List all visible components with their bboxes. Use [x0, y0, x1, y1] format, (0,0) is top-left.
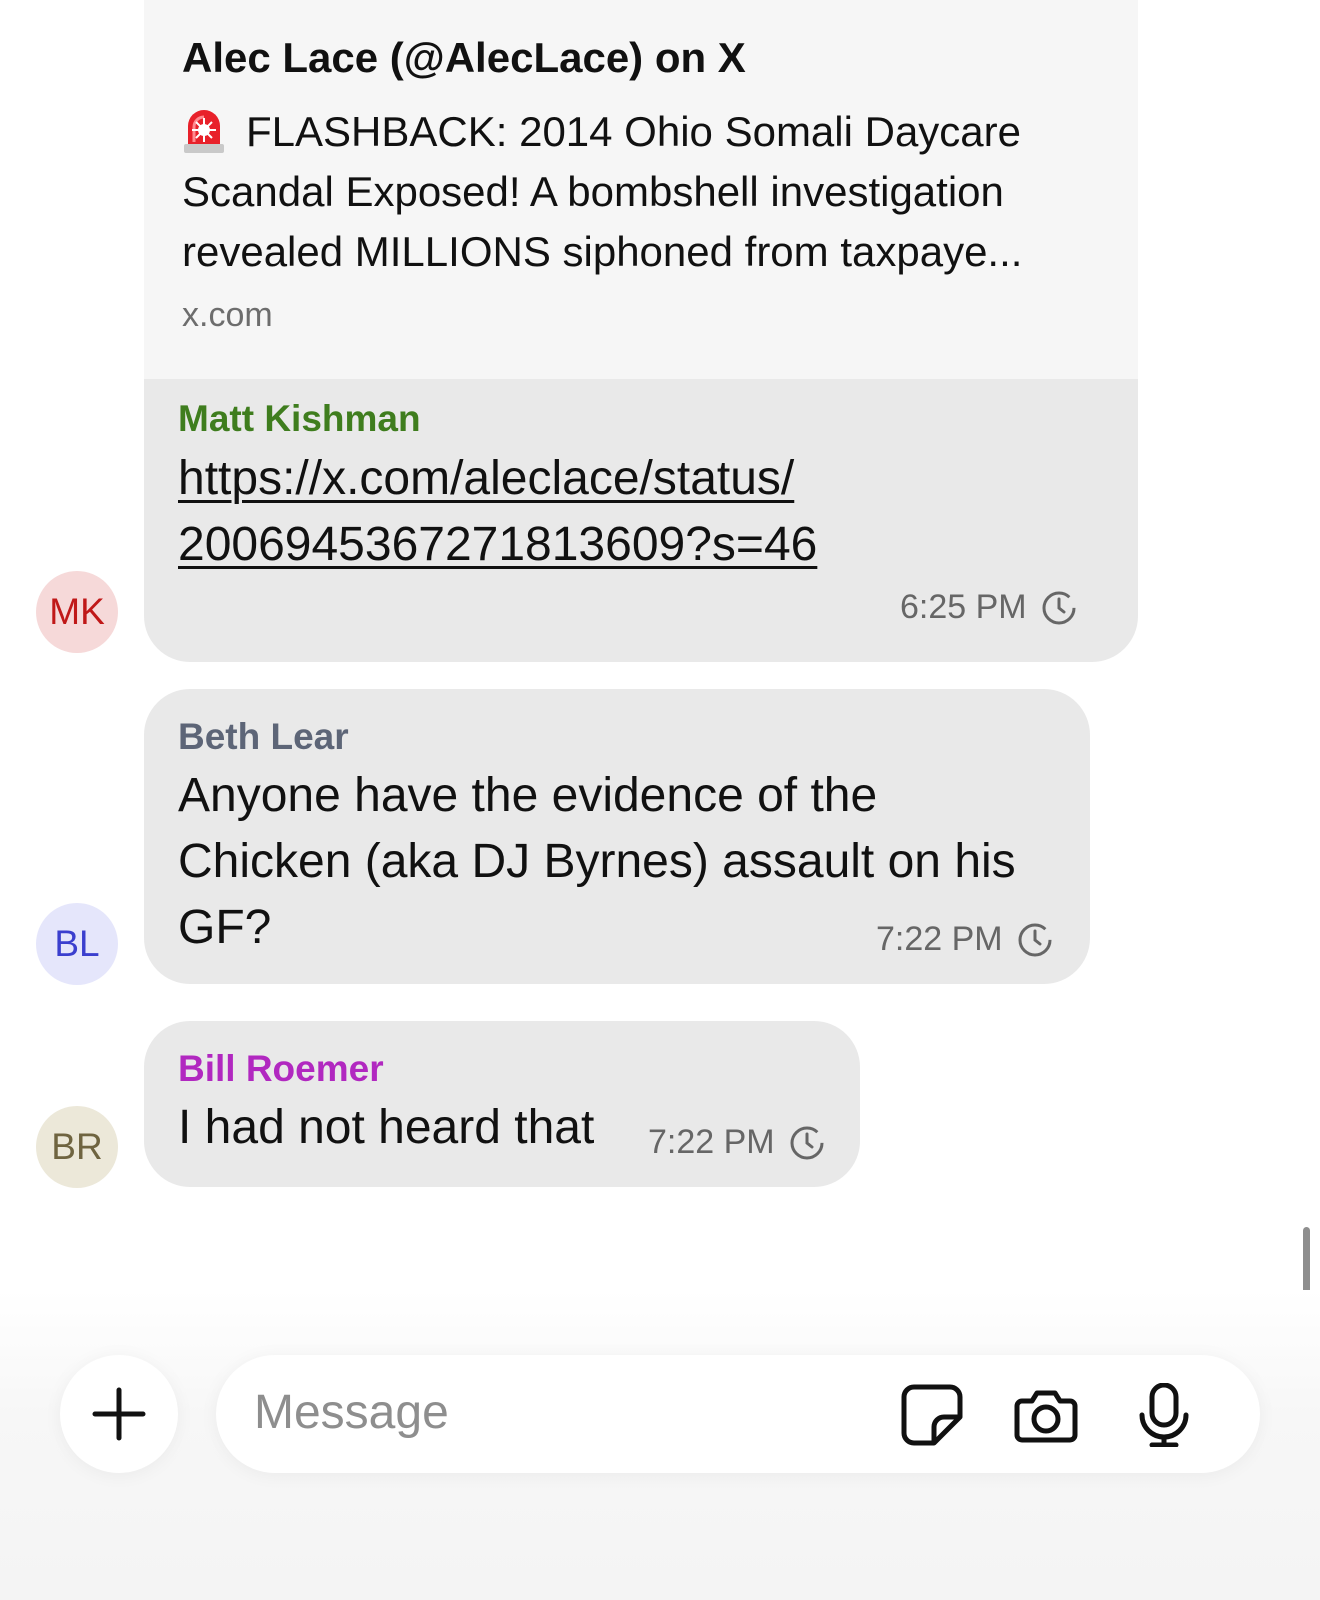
sender-name: Matt Kishman [178, 398, 421, 439]
link-preview-description: FLASHBACK: 2014 Ohio Somali Daycare Scan… [182, 108, 1023, 275]
avatar[interactable]: MK [36, 571, 118, 653]
link-preview-card[interactable]: Alec Lace (@AlecLace) on X FLASHBACK: 20… [144, 0, 1138, 379]
sender-name: Bill Roemer [178, 1048, 384, 1089]
clock-icon [790, 1126, 824, 1159]
message-timestamp: 6:25 PM [900, 588, 1077, 627]
message-timestamp: 7:22 PM [876, 920, 1053, 959]
message-text: I had not heard that [178, 1101, 595, 1154]
attach-button[interactable] [60, 1355, 178, 1473]
microphone-icon[interactable] [1132, 1383, 1196, 1447]
clock-icon [1018, 923, 1052, 956]
police-car-light-icon [184, 110, 224, 153]
avatar[interactable]: BR [36, 1106, 118, 1188]
sticker-icon[interactable] [900, 1383, 964, 1447]
avatar[interactable]: BL [36, 903, 118, 985]
camera-icon[interactable] [1014, 1383, 1078, 1447]
message-input[interactable]: Message [216, 1355, 1260, 1473]
link-preview-domain: x.com [182, 296, 273, 334]
message-placeholder: Message [254, 1386, 449, 1439]
link-preview-title: Alec Lace (@AlecLace) on X [182, 34, 746, 81]
message-timestamp: 7:22 PM [648, 1123, 825, 1162]
plus-icon [92, 1387, 146, 1441]
sender-name: Beth Lear [178, 716, 349, 757]
clock-icon [1042, 591, 1076, 624]
message-link[interactable]: https://x.com/aleclace/status/ 200694536… [178, 446, 1098, 578]
